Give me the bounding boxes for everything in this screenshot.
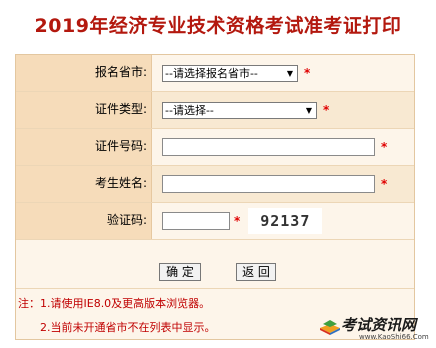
page-title: 2019年经济专业技术资格考试准考证打印 <box>34 15 402 37</box>
site-watermark: 考试资讯网 www.KaoShi66.Com <box>319 314 431 344</box>
required-mark: * <box>234 214 241 228</box>
province-label: 报名省市: <box>16 55 152 91</box>
province-select[interactable]: --请选择报名省市-- ▼ <box>162 64 298 82</box>
dropdown-arrow-icon: ▼ <box>305 105 312 115</box>
watermark-url: www.KaoShi66.Com <box>359 333 429 341</box>
province-row: 报名省市: --请选择报名省市-- ▼ * <box>16 55 414 92</box>
name-row: 考生姓名: * <box>16 166 414 203</box>
id-number-row: 证件号码: * <box>16 129 414 166</box>
captcha-label: 验证码: <box>16 203 152 239</box>
captcha-image[interactable]: 92137 <box>248 208 323 234</box>
back-button[interactable]: 返 回 <box>236 263 276 281</box>
captcha-input[interactable] <box>162 212 230 230</box>
id-type-select[interactable]: --请选择-- ▼ <box>162 101 317 119</box>
name-label: 考生姓名: <box>16 166 152 202</box>
required-mark: * <box>323 103 330 117</box>
admit-card-form: 报名省市: --请选择报名省市-- ▼ * 证件类型: --请选择-- ▼ * … <box>15 54 415 340</box>
required-mark: * <box>381 177 388 191</box>
required-mark: * <box>381 140 388 154</box>
id-type-label: 证件类型: <box>16 92 152 128</box>
id-number-label: 证件号码: <box>16 129 152 165</box>
note-line-2: 2.当前未开通省市不在列表中显示。 <box>40 321 216 334</box>
required-mark: * <box>304 66 311 80</box>
province-select-value: --请选择报名省市-- <box>165 67 258 80</box>
dropdown-arrow-icon: ▼ <box>286 68 293 78</box>
id-number-input[interactable] <box>162 138 375 156</box>
id-type-select-value: --请选择-- <box>165 104 214 117</box>
name-input[interactable] <box>162 175 375 193</box>
confirm-button[interactable]: 确 定 <box>159 263 201 281</box>
note-line-1: 注：1.请使用IE8.0及更高版本浏览器。 <box>18 297 211 310</box>
captcha-row: 验证码: * 92137 <box>16 203 414 240</box>
watermark-brand: 考试资讯网 <box>341 316 417 334</box>
id-type-row: 证件类型: --请选择-- ▼ * <box>16 92 414 129</box>
book-icon <box>320 320 340 335</box>
button-row: 确 定 返 回 <box>16 240 414 289</box>
